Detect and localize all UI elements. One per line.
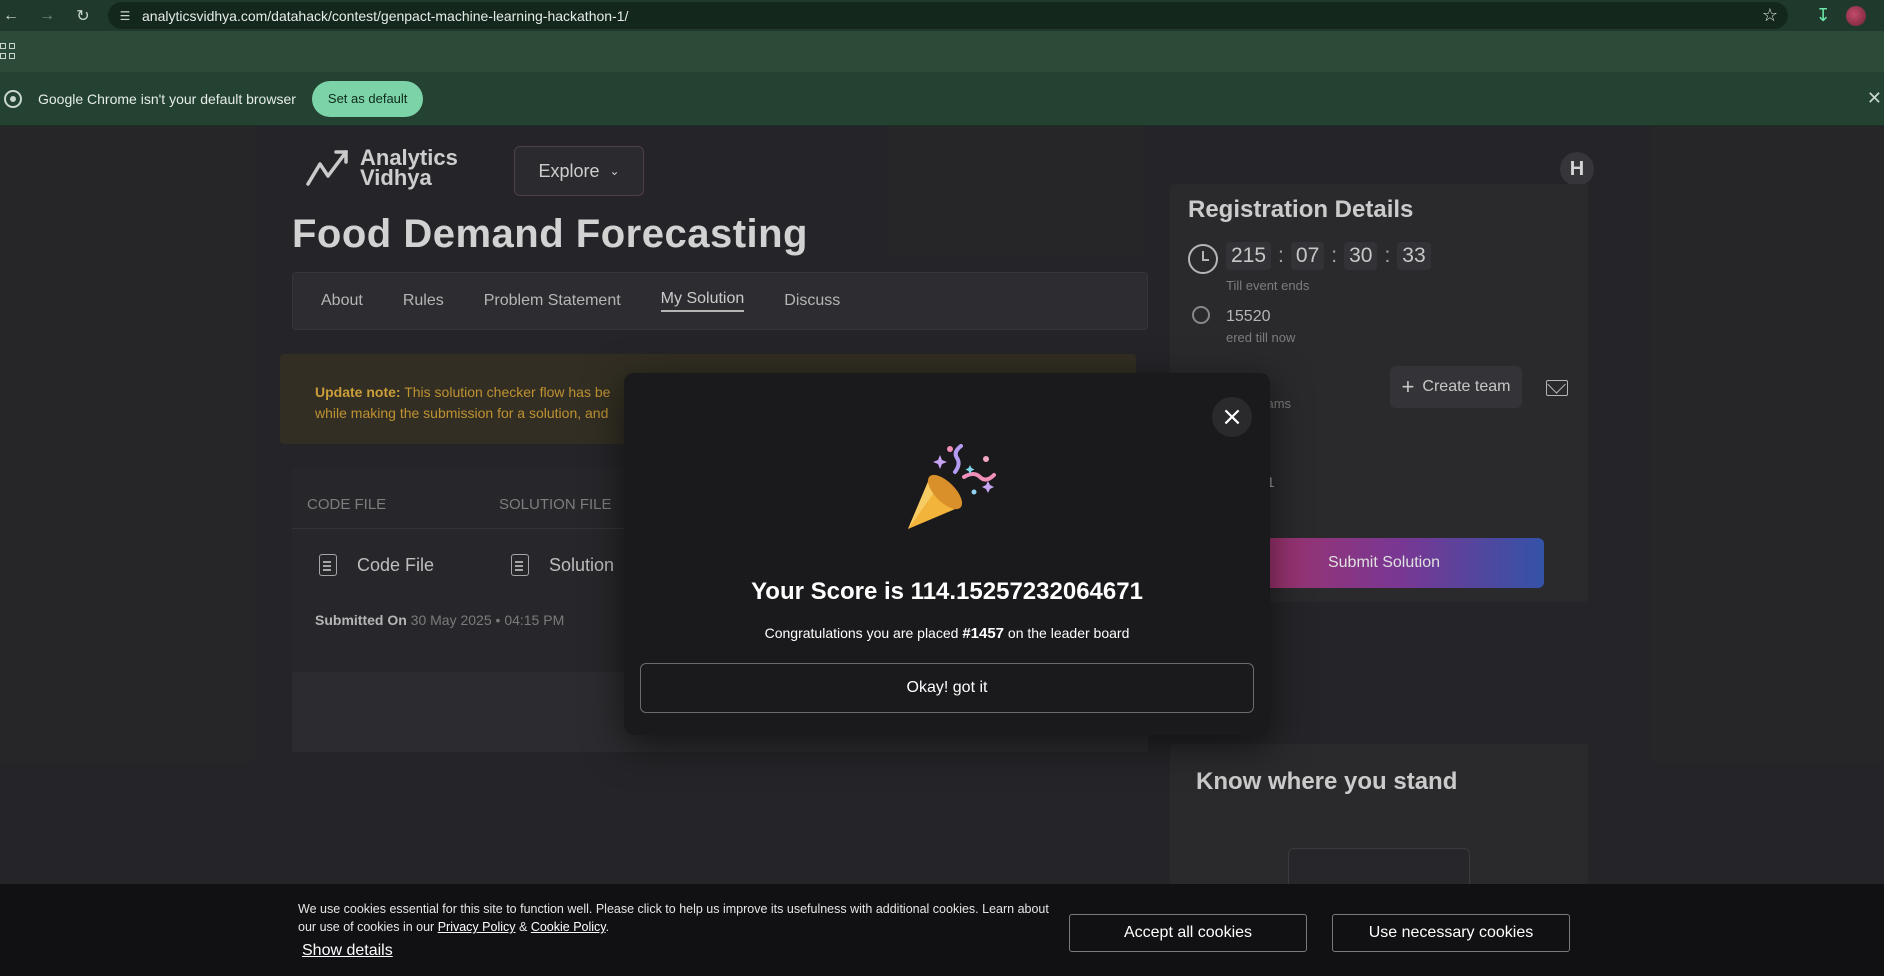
profile-icon[interactable]: [1846, 5, 1866, 26]
cookie-policy-link[interactable]: Cookie Policy: [531, 920, 606, 934]
congrats-suffix: on the leader board: [1007, 625, 1130, 641]
browser-toolbar: ← → ↻ ☰ analyticsvidhya.com/datahack/con…: [0, 0, 1884, 31]
leaderboard-rank: #1457: [962, 625, 1005, 642]
reload-icon[interactable]: ↻: [72, 5, 94, 27]
privacy-policy-link[interactable]: Privacy Policy: [438, 920, 516, 934]
site-info-icon[interactable]: ☰: [116, 7, 134, 25]
star-icon[interactable]: ☆: [1762, 5, 1778, 26]
chrome-icon: [4, 89, 22, 108]
apps-grid-icon[interactable]: [0, 43, 16, 59]
score-text: Your Score is 114.15257232064671: [751, 578, 1143, 605]
cookie-text: We use cookies essential for this site t…: [298, 900, 1058, 936]
forward-arrow-icon[interactable]: →: [36, 5, 58, 27]
default-browser-infobar: Google Chrome isn't your default browser…: [0, 72, 1884, 126]
cookie-amp: &: [518, 920, 528, 934]
cookie-banner: We use cookies essential for this site t…: [0, 884, 1884, 976]
show-details-link[interactable]: Show details: [302, 942, 393, 960]
url-text: analyticsvidhya.com/datahack/contest/gen…: [142, 7, 629, 24]
cookie-text-prefix2: use of cookies in our: [319, 920, 435, 934]
cookie-period: .: [605, 920, 610, 934]
bookmarks-bar: [0, 31, 1884, 72]
okay-got-it-button[interactable]: Okay! got it: [640, 663, 1254, 713]
accept-all-cookies-button[interactable]: Accept all cookies: [1069, 914, 1307, 952]
infobar-message: Google Chrome isn't your default browser: [38, 90, 296, 107]
congrats-prefix: Congratulations you are placed: [764, 625, 959, 641]
congrats-text: Congratulations you are placed #1457 on …: [624, 625, 1270, 642]
set-default-button[interactable]: Set as default: [311, 80, 424, 117]
close-icon[interactable]: ×: [1212, 397, 1252, 437]
address-bar[interactable]: ☰ analyticsvidhya.com/datahack/contest/g…: [108, 2, 1788, 29]
score-modal: × Your Score is 114.15257232064671 Congr…: [624, 373, 1270, 735]
back-arrow-icon[interactable]: ←: [0, 5, 22, 27]
close-icon[interactable]: ✕: [1867, 88, 1882, 109]
download-icon[interactable]: ↧: [1808, 0, 1838, 31]
party-popper-icon: [908, 444, 996, 529]
use-necessary-cookies-button[interactable]: Use necessary cookies: [1332, 914, 1570, 952]
